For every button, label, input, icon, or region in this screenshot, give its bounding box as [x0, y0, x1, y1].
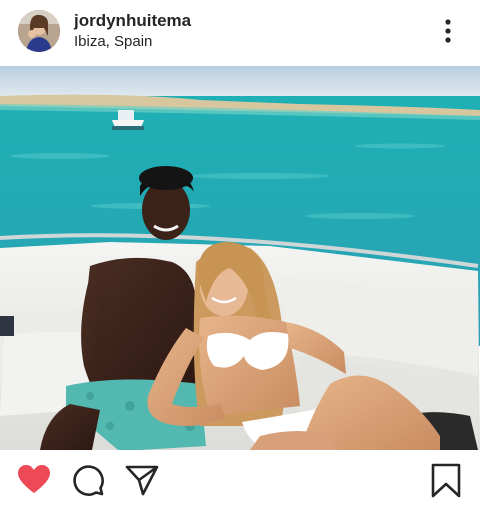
- post-actions: [0, 456, 480, 506]
- paper-plane-icon: [125, 465, 159, 496]
- post-photo[interactable]: [0, 66, 480, 450]
- bookmark-icon: [431, 463, 461, 498]
- avatar-image: [18, 10, 60, 52]
- heart-icon: [18, 465, 50, 493]
- post-header: jordynhuitema Ibiza, Spain: [0, 0, 480, 64]
- comment-button[interactable]: [70, 462, 106, 498]
- share-button[interactable]: [124, 462, 160, 498]
- post-image: [0, 66, 480, 450]
- save-button[interactable]: [428, 462, 464, 498]
- more-options-button[interactable]: [436, 16, 460, 46]
- comment-icon: [73, 465, 104, 496]
- avatar[interactable]: [18, 10, 60, 52]
- like-button[interactable]: [16, 462, 52, 498]
- more-icon: [445, 19, 451, 43]
- post-location[interactable]: Ibiza, Spain: [74, 33, 152, 50]
- post-username[interactable]: jordynhuitema: [74, 11, 191, 31]
